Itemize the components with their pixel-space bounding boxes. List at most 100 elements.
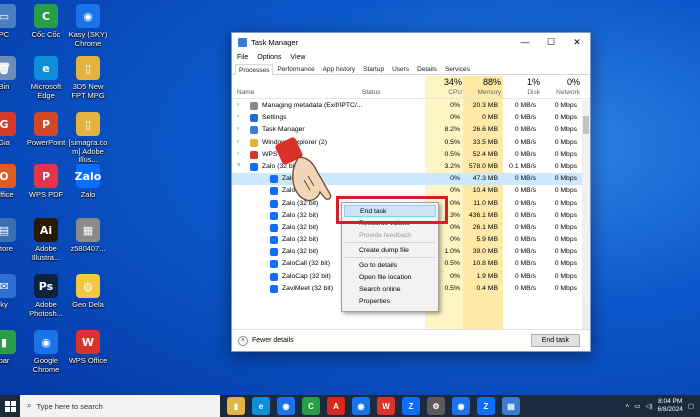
app-icon: ▦ <box>76 218 100 242</box>
app-icon: Ai <box>34 218 58 242</box>
desktop-icon-label: Microsoft Edge <box>30 82 62 100</box>
desktop-icon[interactable]: Zalo Zalo <box>66 164 110 200</box>
maximize-button[interactable]: ☐ <box>538 37 564 48</box>
context-menu-item[interactable]: Create dump file <box>342 244 438 256</box>
context-menu-item[interactable]: Go to details <box>342 259 438 271</box>
cpu-percent: 34% <box>443 77 462 87</box>
window-title: Task Manager <box>251 37 299 47</box>
desktop-icon[interactable]: ◉ Google Chrome <box>24 330 68 374</box>
col-status[interactable]: Status <box>362 89 380 96</box>
menu-file[interactable]: File <box>237 54 248 61</box>
expand-chevron-icon[interactable]: › <box>237 126 239 132</box>
tab-users[interactable]: Users <box>388 63 413 74</box>
tab-details[interactable]: Details <box>413 63 441 74</box>
desktop-icon[interactable]: P PowerPoint <box>24 112 68 148</box>
process-row[interactable]: › Settings 0% 0 MB 0 MB/s 0 Mbps <box>232 112 584 124</box>
taskbar-app-taskmanager-icon[interactable]: ▤ <box>502 397 520 415</box>
col-disk[interactable]: Disk <box>500 89 540 96</box>
taskbar-app-zalo2-icon[interactable]: Z <box>477 397 495 415</box>
scrollbar[interactable] <box>582 100 590 330</box>
taskbar-app-settings-icon[interactable]: ⚙ <box>427 397 445 415</box>
taskbar-search[interactable]: ⌕ Type here to search <box>20 395 220 417</box>
context-menu-item: Provide feedback <box>359 231 412 239</box>
close-button[interactable]: ✕ <box>564 37 590 48</box>
taskbar-app-zalo-icon[interactable]: Z <box>402 397 420 415</box>
expand-chevron-icon[interactable]: › <box>237 102 239 108</box>
tab-services[interactable]: Services <box>441 63 474 74</box>
desktop-icon[interactable]: 🗑 Bin <box>0 56 26 92</box>
minimize-button[interactable]: — <box>512 37 538 48</box>
taskbar-app-chrome-icon[interactable]: ◉ <box>277 397 295 415</box>
desktop-icon[interactable]: ▭ PC <box>0 4 26 40</box>
scrollbar-thumb[interactable] <box>583 116 589 134</box>
network-icon[interactable]: ▭ <box>634 402 640 410</box>
desktop-icon[interactable]: ▯ [simagra.com] Adobe Illus... <box>66 112 110 165</box>
desktop-icon[interactable]: ▤ Store <box>0 218 26 254</box>
notification-icon[interactable]: ▢ <box>688 402 694 410</box>
app-icon: ◉ <box>34 330 58 354</box>
desktop-icon[interactable]: G Gia <box>0 112 26 148</box>
app-icon: 🗑 <box>0 56 16 80</box>
desktop-icon[interactable]: O Office <box>0 164 26 200</box>
desktop-icon[interactable]: C Cốc Cốc <box>24 4 68 40</box>
process-icon <box>250 102 258 110</box>
desktop-icon[interactable]: ◍ Geo Dela <box>66 274 110 310</box>
taskbar-app-acrobat-icon[interactable]: A <box>327 397 345 415</box>
windows-icon <box>4 400 16 412</box>
desktop-icon[interactable]: ▦ z580407... <box>66 218 110 254</box>
desktop-icon[interactable]: P WPS PDF <box>24 164 68 200</box>
tab-performance[interactable]: Performance <box>273 63 318 74</box>
col-network[interactable]: Network <box>540 89 580 96</box>
chevron-up-icon[interactable]: ˄ <box>238 335 248 346</box>
menu-view[interactable]: View <box>290 54 305 61</box>
app-icon: P <box>34 164 58 188</box>
process-name: Settings <box>262 114 287 122</box>
context-menu-item[interactable]: Properties <box>342 295 438 307</box>
desktop-icon[interactable]: Ai Adobe Illustra... <box>24 218 68 262</box>
desktop-icon[interactable]: ◉ Kasy (SKY) Chrome <box>66 4 110 48</box>
fewer-details-link[interactable]: Fewer details <box>252 337 294 344</box>
desktop-icon[interactable]: Ps Adobe Photosh... <box>24 274 68 318</box>
taskbar-app-explorer-icon[interactable]: ▮ <box>227 397 245 415</box>
menu-options[interactable]: Options <box>257 54 281 61</box>
app-icon: W <box>76 330 100 354</box>
desktop-icon-label: Office <box>0 190 14 199</box>
clock[interactable]: 8:04 PM 6/8/2024 <box>658 398 683 414</box>
process-row[interactable]: › Managing metadata (Exif/IPTC/... 0% 20.3 … <box>232 100 584 112</box>
taskbar-app-chrome2-icon[interactable]: ◉ <box>352 397 370 415</box>
end-task-button[interactable]: End task <box>530 334 580 347</box>
tab-app-history[interactable]: App history <box>319 63 360 74</box>
app-icon: G <box>0 112 16 136</box>
desktop-icon[interactable]: W WPS Office <box>66 330 110 366</box>
expand-chevron-icon[interactable]: › <box>237 139 239 145</box>
col-memory[interactable]: Memory <box>461 89 501 96</box>
context-menu-item[interactable]: Search online <box>342 283 438 295</box>
tab-processes[interactable]: Processes <box>235 64 274 75</box>
context-menu-item[interactable]: Open file location <box>342 271 438 283</box>
expand-chevron-icon[interactable]: ˅ <box>237 163 241 169</box>
desktop-icon[interactable]: ✉ ky <box>0 274 26 310</box>
taskbar-app-edge-icon[interactable]: e <box>252 397 270 415</box>
desktop-icon-label: WPS Office <box>68 356 108 365</box>
column-header: Name Status 34% CPU 88% Memory 1% Disk 0… <box>232 75 590 99</box>
taskbar-app-coccoc-icon[interactable]: C <box>302 397 320 415</box>
desktop-icon[interactable]: ▮ bar <box>0 330 26 366</box>
process-name: Zalo (32 bit) <box>282 223 319 231</box>
desktop-icon-label: [simagra.com] Adobe Illus... <box>68 138 108 164</box>
taskbar-app-wps-icon[interactable]: W <box>377 397 395 415</box>
expand-chevron-icon[interactable]: › <box>237 151 239 157</box>
expand-chevron-icon[interactable]: › <box>237 114 239 120</box>
chevron-up-icon[interactable]: ˄ <box>625 403 629 410</box>
col-name[interactable]: Name <box>237 89 254 96</box>
app-icon: ▭ <box>0 4 16 28</box>
app-icon: ▯ <box>76 56 100 80</box>
volume-icon[interactable]: ◁) <box>645 402 652 410</box>
desktop-icon-label: Zalo <box>80 190 96 199</box>
process-name: ZaloCap (32 bit) <box>282 272 331 280</box>
tab-startup[interactable]: Startup <box>359 63 388 74</box>
desktop-icon[interactable]: ▯ 3D5 New FPT MPG <box>66 56 110 100</box>
desktop-icon[interactable]: e Microsoft Edge <box>24 56 68 100</box>
taskbar-app-chrome3-icon[interactable]: ◉ <box>452 397 470 415</box>
start-button[interactable] <box>0 395 20 417</box>
col-cpu[interactable]: CPU <box>422 89 462 96</box>
